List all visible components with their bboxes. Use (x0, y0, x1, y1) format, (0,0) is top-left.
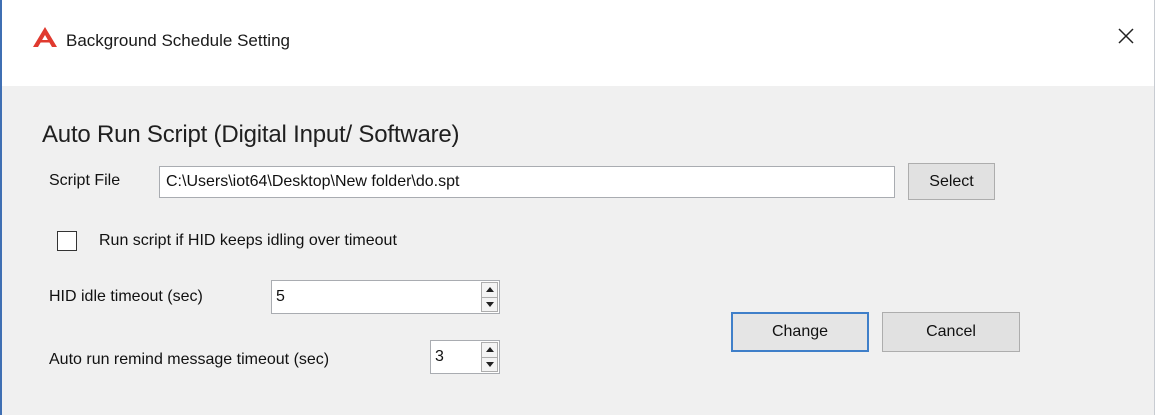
stepper-arrows (481, 342, 498, 372)
cancel-button[interactable]: Cancel (882, 312, 1020, 352)
select-button[interactable]: Select (908, 163, 995, 200)
run-if-idle-checkbox[interactable] (57, 231, 77, 251)
arrow-down-icon (485, 301, 494, 307)
stepper-arrows (481, 282, 498, 312)
run-if-idle-label: Run script if HID keeps idling over time… (99, 232, 397, 249)
remind-timeout-stepper[interactable]: 3 (430, 340, 500, 374)
title-bar[interactable]: Background Schedule Setting (2, 0, 1154, 86)
change-button[interactable]: Change (731, 312, 869, 352)
remind-timeout-label: Auto run remind message timeout (sec) (49, 351, 330, 368)
spin-up-button[interactable] (481, 342, 498, 358)
spin-down-button[interactable] (481, 357, 498, 372)
script-file-label: Script File (49, 172, 121, 189)
window-title: Background Schedule Setting (66, 31, 290, 50)
section-heading: Auto Run Script (Digital Input/ Software… (42, 121, 460, 148)
close-icon (1117, 27, 1135, 50)
hid-idle-timeout-stepper[interactable]: 5 (271, 280, 500, 314)
close-button[interactable] (1106, 18, 1146, 58)
arrow-down-icon (485, 361, 494, 367)
remind-timeout-value[interactable]: 3 (435, 341, 444, 373)
arrow-up-icon (485, 347, 494, 353)
script-file-input[interactable]: C:\Users\iot64\Desktop\New folder\do.spt (159, 166, 895, 198)
hid-idle-timeout-value[interactable]: 5 (276, 281, 285, 313)
arrow-up-icon (485, 287, 494, 293)
alpha-logo-icon (32, 26, 58, 48)
dialog-window: Background Schedule Setting Auto Run Scr… (0, 0, 1155, 415)
spin-up-button[interactable] (481, 282, 498, 298)
hid-idle-timeout-label: HID idle timeout (sec) (49, 288, 203, 305)
spin-down-button[interactable] (481, 297, 498, 312)
